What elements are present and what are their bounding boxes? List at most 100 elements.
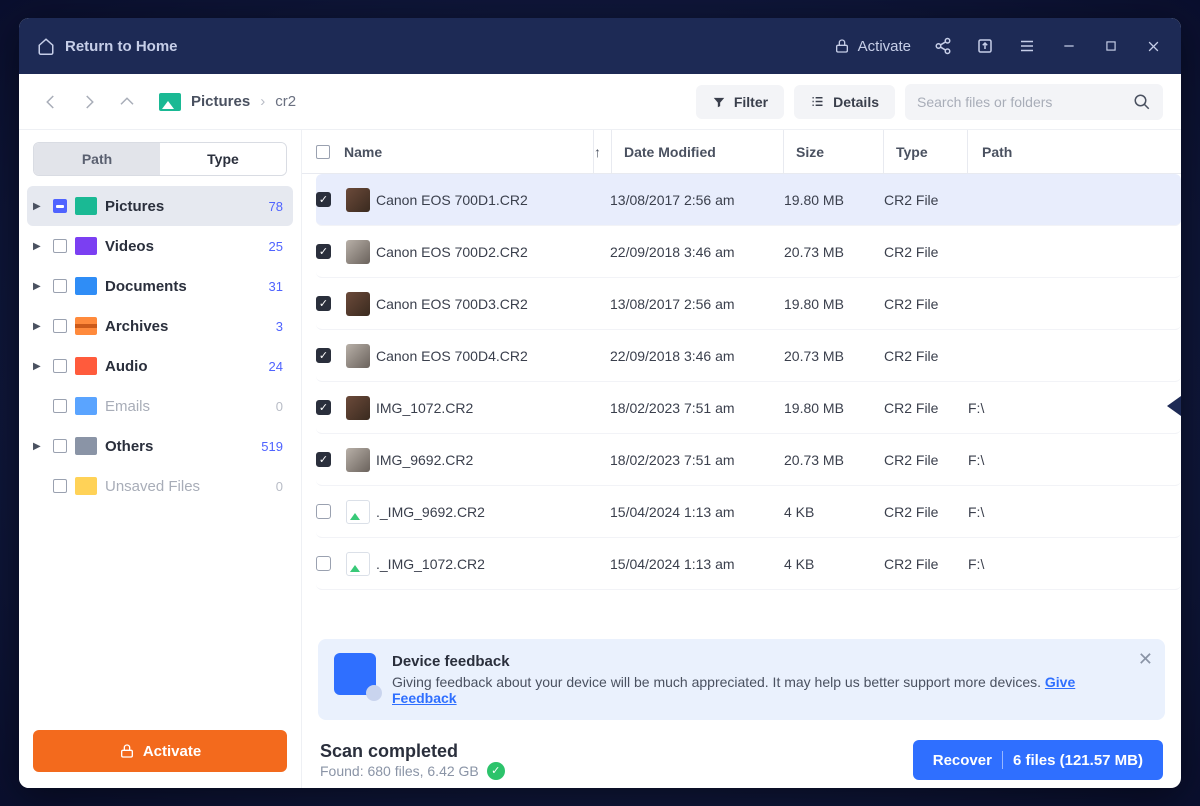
tab-path[interactable]: Path [34,143,160,175]
cell-size: 19.80 MB [784,400,884,416]
table-row[interactable]: ✓ Canon EOS 700D2.CR2 22/09/2018 3:46 am… [316,226,1181,278]
row-checkbox[interactable]: ✓ [316,296,331,311]
cell-name: Canon EOS 700D2.CR2 [376,244,610,260]
pictures-folder-icon [159,93,181,111]
column-path[interactable]: Path [968,130,1012,173]
arrow-up-icon [118,93,136,111]
sort-indicator[interactable]: ↑ [594,130,612,173]
cell-date: 18/02/2023 7:51 am [610,452,784,468]
sidebar-item-emails[interactable]: Emails 0 [27,386,293,426]
sidebar-item-label: Documents [105,278,261,295]
activate-button[interactable]: Activate [33,730,287,772]
minimize-button[interactable] [1059,36,1079,56]
search-box[interactable] [905,84,1163,120]
file-thumbnail [346,552,370,576]
row-checkbox[interactable]: ✓ [316,452,331,467]
sidebar-item-audio[interactable]: ▶ Audio 24 [27,346,293,386]
return-home-button[interactable]: Return to Home [37,37,178,55]
filter-button[interactable]: Filter [696,85,784,119]
maximize-icon [1104,39,1118,53]
checkbox[interactable] [53,319,67,333]
column-name[interactable]: Name [344,144,382,160]
activate-top-button[interactable]: Activate [834,38,911,55]
close-button[interactable] [1143,36,1163,56]
checkbox[interactable] [53,359,67,373]
row-checkbox[interactable]: ✓ [316,400,331,415]
sidebar-item-unsaved[interactable]: Unsaved Files 0 [27,466,293,506]
checkbox[interactable] [53,279,67,293]
checkbox[interactable] [53,479,67,493]
toolbar: Pictures › cr2 Filter Details [19,74,1181,130]
nav-back-button[interactable] [37,88,65,116]
minimize-icon [1062,39,1076,53]
row-checkbox[interactable]: ✓ [316,244,331,259]
sidebar: Path Type ▶ Pictures 78 ▶ Videos 25 [19,130,302,788]
checkbox[interactable] [53,239,67,253]
row-checkbox[interactable] [316,556,331,571]
search-input[interactable] [917,94,1123,110]
select-all-checkbox[interactable] [316,145,330,159]
cell-name: Canon EOS 700D4.CR2 [376,348,610,364]
cell-size: 20.73 MB [784,244,884,260]
checkbox[interactable] [53,399,67,413]
nav-forward-button[interactable] [75,88,103,116]
menu-button[interactable] [1017,36,1037,56]
cell-name: IMG_9692.CR2 [376,452,610,468]
row-checkbox[interactable]: ✓ [316,348,331,363]
sidebar-item-documents[interactable]: ▶ Documents 31 [27,266,293,306]
share-button[interactable] [933,36,953,56]
sidebar-item-pictures[interactable]: ▶ Pictures 78 [27,186,293,226]
row-checkbox[interactable]: ✓ [316,192,331,207]
table-row[interactable]: ✓ Canon EOS 700D1.CR2 13/08/2017 2:56 am… [316,174,1181,226]
cell-name: IMG_1072.CR2 [376,400,610,416]
sidebar-item-archives[interactable]: ▶ Archives 3 [27,306,293,346]
archives-icon [75,317,97,335]
nav-up-button[interactable] [113,88,141,116]
sidebar-item-label: Archives [105,318,268,335]
activate-top-label: Activate [858,38,911,55]
export-button[interactable] [975,36,995,56]
check-circle-icon: ✓ [487,762,505,780]
breadcrumb-root[interactable]: Pictures [191,93,250,110]
feedback-close-button[interactable]: ✕ [1138,649,1153,670]
table-row[interactable]: ✓ Canon EOS 700D4.CR2 22/09/2018 3:46 am… [316,330,1181,382]
sidebar-item-videos[interactable]: ▶ Videos 25 [27,226,293,266]
file-thumbnail [346,292,370,316]
recover-summary: 6 files (121.57 MB) [1013,752,1143,769]
checkbox-partial[interactable] [53,199,67,213]
table-row[interactable]: ✓ Canon EOS 700D3.CR2 13/08/2017 2:56 am… [316,278,1181,330]
column-size[interactable]: Size [784,130,884,173]
cell-name: ._IMG_1072.CR2 [376,556,610,572]
table-row[interactable]: ._IMG_1072.CR2 15/04/2024 1:13 am 4 KB C… [316,538,1181,590]
side-collapse-tab[interactable] [1167,396,1181,416]
activate-label: Activate [143,743,201,760]
chevron-right-icon: ▶ [33,241,45,252]
table-row[interactable]: ._IMG_9692.CR2 15/04/2024 1:13 am 4 KB C… [316,486,1181,538]
row-checkbox[interactable] [316,504,331,519]
maximize-button[interactable] [1101,36,1121,56]
feedback-banner: ✕ Device feedback Giving feedback about … [318,639,1165,720]
chevron-right-icon: ▶ [33,201,45,212]
sidebar-item-others[interactable]: ▶ Others 519 [27,426,293,466]
cell-name: Canon EOS 700D1.CR2 [376,192,610,208]
sidebar-item-label: Unsaved Files [105,478,268,495]
cell-path: F:\ [968,452,984,468]
cell-date: 15/04/2024 1:13 am [610,504,784,520]
column-type[interactable]: Type [884,130,968,173]
checkbox[interactable] [53,439,67,453]
chevron-right-icon: ▶ [33,361,45,372]
documents-icon [75,277,97,295]
recover-button[interactable]: Recover 6 files (121.57 MB) [913,740,1163,780]
column-date[interactable]: Date Modified [612,130,784,173]
close-icon [1146,39,1161,54]
sidebar-tab-segment: Path Type [33,142,287,176]
details-button[interactable]: Details [794,85,895,119]
table-row[interactable]: ✓ IMG_1072.CR2 18/02/2023 7:51 am 19.80 … [316,382,1181,434]
cell-name: Canon EOS 700D3.CR2 [376,296,610,312]
tab-type[interactable]: Type [160,143,286,175]
cell-type: CR2 File [884,244,968,260]
cell-type: CR2 File [884,348,968,364]
cell-date: 18/02/2023 7:51 am [610,400,784,416]
file-thumbnail [346,396,370,420]
table-row[interactable]: ✓ IMG_9692.CR2 18/02/2023 7:51 am 20.73 … [316,434,1181,486]
